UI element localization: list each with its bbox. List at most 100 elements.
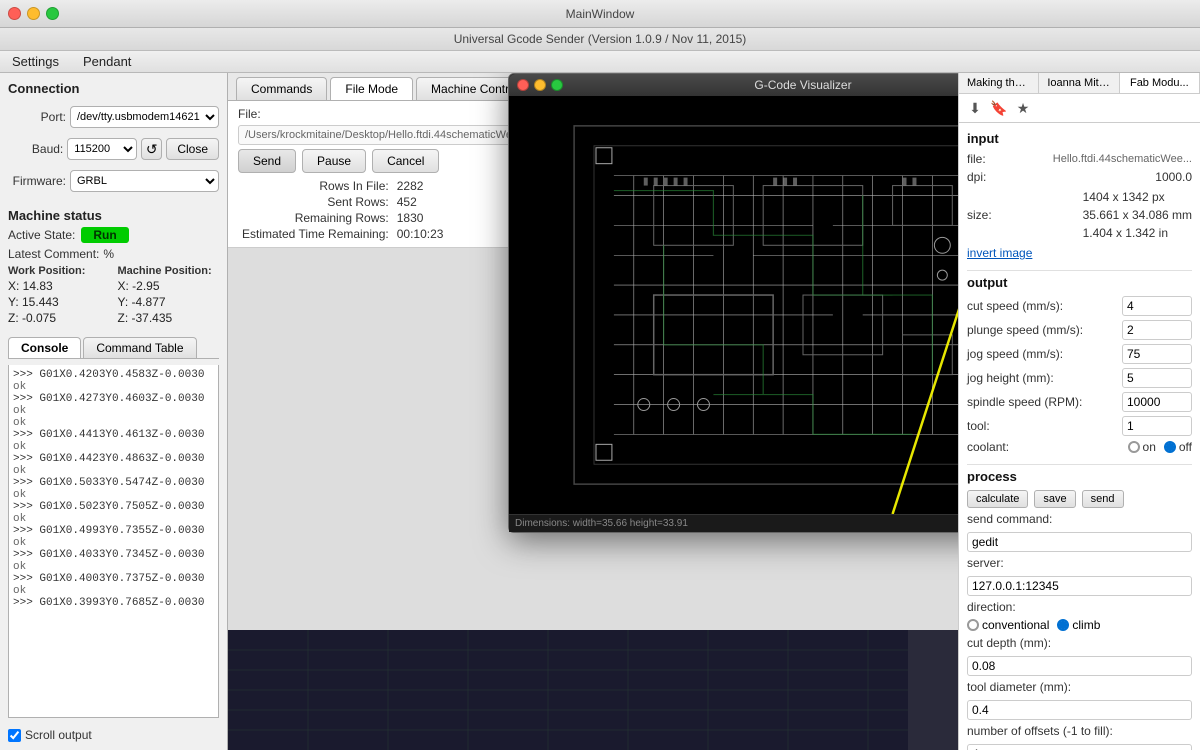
latest-comment-label: Latest Comment: (8, 247, 99, 261)
browser-tab-2[interactable]: Ioanna Mitropo... (1039, 73, 1119, 93)
minimize-button[interactable] (27, 7, 40, 20)
browser-tab-1[interactable]: Making the Fab... (959, 73, 1039, 93)
menu-bar: Settings Pendant (0, 51, 1200, 73)
star-icon[interactable]: ★ (1013, 98, 1033, 118)
baud-select[interactable]: 115200 (67, 138, 137, 160)
size-value: 1404 x 1342 px 35.661 x 34.086 mm 1.404 … (1083, 188, 1192, 242)
climb-radio[interactable] (1057, 619, 1069, 631)
plunge-speed-input[interactable] (1122, 320, 1192, 340)
remaining-rows-label: Remaining Rows: (242, 211, 389, 225)
close-button[interactable] (8, 7, 21, 20)
climb-option[interactable]: climb (1057, 618, 1100, 632)
port-select[interactable]: /dev/tty.usbmodem14621 (70, 106, 219, 128)
visualizer-close[interactable] (517, 79, 529, 91)
visualizer-minimize[interactable] (534, 79, 546, 91)
port-label: Port: (8, 110, 66, 124)
jog-speed-row: jog speed (mm/s): (967, 344, 1192, 364)
jog-speed-label: jog speed (mm/s): (967, 347, 1116, 361)
tool-diameter-label: tool diameter (mm): (967, 680, 1192, 694)
machine-pos-header: Machine Position: (118, 265, 220, 277)
positions-grid: Work Position: Machine Position: X: 14.8… (8, 265, 219, 325)
pcb-preview (228, 630, 908, 750)
output-section: output cut speed (mm/s): plunge speed (m… (967, 275, 1192, 454)
machine-z: Z: -37.435 (118, 311, 220, 325)
jog-speed-input[interactable] (1122, 344, 1192, 364)
close-connection-button[interactable]: Close (166, 138, 219, 160)
tool-input[interactable] (1122, 416, 1192, 436)
machine-y: Y: -4.877 (118, 295, 220, 309)
spindle-speed-input[interactable] (1122, 392, 1192, 412)
right-area: Commands File Mode Machine Control Macro… (228, 73, 958, 750)
firmware-select[interactable]: GRBL (70, 170, 219, 192)
offsets-input[interactable] (967, 744, 1192, 750)
cancel-button[interactable]: Cancel (372, 149, 439, 173)
process-buttons-row: calculate save send (967, 490, 1192, 508)
coolant-radio-group: on off (1128, 440, 1192, 454)
direction-radio-group: conventional climb (967, 618, 1192, 632)
maximize-button[interactable] (46, 7, 59, 20)
pcb-background (228, 630, 958, 750)
machine-status-title: Machine status (8, 208, 219, 223)
visualizer-dimensions: Dimensions: width=35.66 height=33.91 (515, 518, 688, 529)
dpi-row: dpi: 1000.0 (967, 170, 1192, 184)
visualizer-title: G-Code Visualizer (754, 78, 851, 92)
menu-pendant[interactable]: Pendant (79, 52, 135, 71)
spindle-speed-row: spindle speed (RPM): (967, 392, 1192, 412)
calculate-button[interactable]: calculate (967, 490, 1028, 508)
sent-rows-label: Sent Rows: (242, 195, 389, 209)
send-button[interactable]: Send (238, 149, 296, 173)
tab-file-mode[interactable]: File Mode (330, 77, 413, 100)
scroll-checkbox[interactable] (8, 729, 21, 742)
window-controls[interactable] (8, 7, 59, 20)
cut-speed-input[interactable] (1122, 296, 1192, 316)
browser-tab-3[interactable]: Fab Modu... (1120, 73, 1200, 93)
coolant-off-radio[interactable] (1164, 441, 1176, 453)
port-row: Port: /dev/tty.usbmodem14621 (8, 106, 219, 128)
jog-height-input[interactable] (1122, 368, 1192, 388)
plunge-speed-label: plunge speed (mm/s): (967, 323, 1116, 337)
size-label: size: (967, 208, 1077, 222)
direction-label: direction: (967, 600, 1192, 614)
browser-toolbar: ⬇ 🔖 ★ (959, 94, 1200, 123)
visualizer-maximize[interactable] (551, 79, 563, 91)
coolant-off-option[interactable]: off (1164, 440, 1192, 454)
tab-commands[interactable]: Commands (236, 77, 327, 100)
jog-height-row: jog height (mm): (967, 368, 1192, 388)
visualizer-canvas[interactable] (509, 96, 958, 514)
tool-diameter-input[interactable] (967, 700, 1192, 720)
conventional-option[interactable]: conventional (967, 618, 1049, 632)
jog-height-label: jog height (mm): (967, 371, 1116, 385)
send-fab-button[interactable]: send (1082, 490, 1124, 508)
menu-settings[interactable]: Settings (8, 52, 63, 71)
cut-depth-input[interactable] (967, 656, 1192, 676)
invert-link[interactable]: invert image (967, 246, 1032, 260)
refresh-button[interactable]: ↺ (141, 138, 162, 160)
latest-comment-row: Latest Comment: % (8, 247, 219, 261)
baud-label: Baud: (8, 142, 63, 156)
coolant-on-radio[interactable] (1128, 441, 1140, 453)
offsets-label: number of offsets (-1 to fill): (967, 724, 1192, 738)
file-info-row: file: Hello.ftdi.44schematicWee... (967, 152, 1192, 166)
download-icon[interactable]: ⬇ (965, 98, 985, 118)
tool-row: tool: (967, 416, 1192, 436)
connection-title: Connection (8, 81, 219, 96)
climb-label: climb (1072, 618, 1100, 632)
tab-console[interactable]: Console (8, 337, 81, 358)
dpi-value: 1000.0 (1155, 170, 1192, 184)
tab-command-table[interactable]: Command Table (83, 337, 196, 358)
send-command-input[interactable] (967, 532, 1192, 552)
console-tab-bar: Console Command Table (8, 337, 219, 359)
cut-depth-label: cut depth (mm): (967, 636, 1192, 650)
server-input[interactable] (967, 576, 1192, 596)
browser-tab-bar: Making the Fab... Ioanna Mitropo... Fab … (959, 73, 1200, 94)
save-fab-button[interactable]: save (1034, 490, 1075, 508)
pause-button[interactable]: Pause (302, 149, 366, 173)
work-z: Z: -0.075 (8, 311, 110, 325)
tool-diameter-row: tool diameter (mm): (967, 680, 1192, 694)
direction-row: direction: (967, 600, 1192, 614)
conventional-radio[interactable] (967, 619, 979, 631)
rows-in-file-value: 2282 (397, 179, 444, 193)
dpi-label: dpi: (967, 170, 1149, 184)
bookmark-icon[interactable]: 🔖 (989, 98, 1009, 118)
coolant-on-option[interactable]: on (1128, 440, 1156, 454)
